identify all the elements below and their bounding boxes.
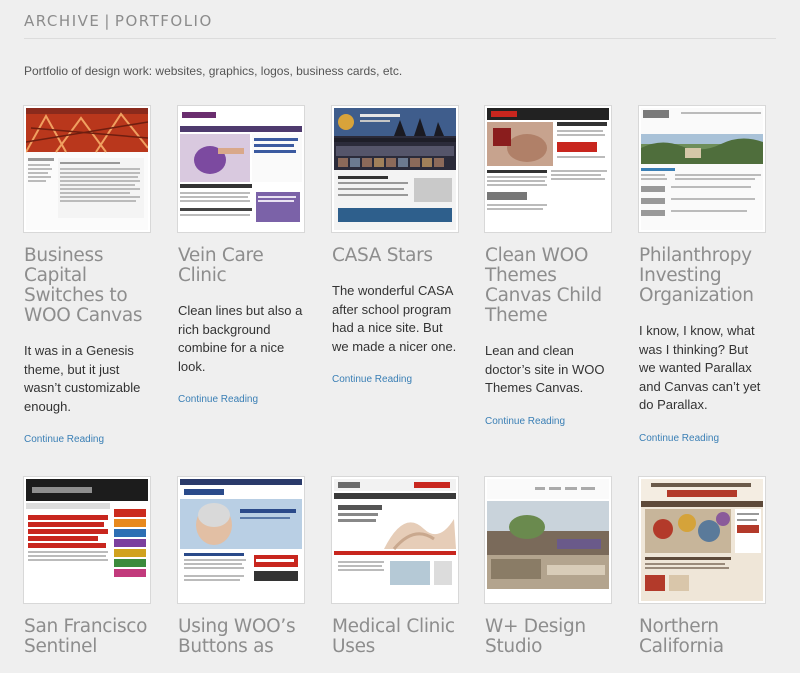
archive-label: ARCHIVE xyxy=(24,12,101,30)
portfolio-item-title[interactable]: Business Capital Switches to WOO Canvas xyxy=(24,246,152,326)
portfolio-card: W+ Design Studio xyxy=(485,477,613,673)
portfolio-thumbnail[interactable] xyxy=(178,106,304,232)
portfolio-item-title[interactable]: Using WOO’s Buttons as xyxy=(178,617,306,657)
portfolio-item-title[interactable]: San Francisco Sentinel xyxy=(24,617,152,657)
portfolio-thumbnail[interactable] xyxy=(332,106,458,232)
continue-reading-link[interactable]: Continue Reading xyxy=(24,434,152,445)
portfolio-card: San Francisco Sentinel xyxy=(24,477,152,673)
portfolio-item-title[interactable]: Philanthropy Investing Organization xyxy=(639,246,767,306)
title-separator: | xyxy=(104,12,111,30)
portfolio-item-excerpt: I know, I know, what was I thinking? But… xyxy=(639,323,761,413)
portfolio-card: Northern California xyxy=(639,477,767,673)
portfolio-thumbnail[interactable] xyxy=(24,106,150,232)
portfolio-thumbnail[interactable] xyxy=(332,477,458,603)
continue-reading-link[interactable]: Continue Reading xyxy=(178,394,306,405)
portfolio-card: Using WOO’s Buttons as xyxy=(178,477,306,673)
portfolio-item-excerpt: The wonderful CASA after school program … xyxy=(332,283,457,354)
portfolio-thumbnail[interactable] xyxy=(485,106,611,232)
archive-description: Portfolio of design work: websites, grap… xyxy=(24,64,403,78)
portfolio-thumbnail[interactable] xyxy=(639,477,765,603)
portfolio-card: Philanthropy Investing Organization I kn… xyxy=(639,106,767,444)
portfolio-card: Vein Care Clinic Clean lines but also a … xyxy=(178,106,306,405)
continue-reading-link[interactable]: Continue Reading xyxy=(332,374,460,385)
portfolio-card: Clean WOO Themes Canvas Child Theme Lean… xyxy=(485,106,613,427)
portfolio-item-excerpt: It was in a Genesis theme, but it just w… xyxy=(24,343,141,414)
continue-reading-link[interactable]: Continue Reading xyxy=(485,416,613,427)
portfolio-item-excerpt: Lean and clean doctor’s site in WOO Them… xyxy=(485,343,605,396)
portfolio-item-title[interactable]: CASA Stars xyxy=(332,246,460,266)
portfolio-item-title[interactable]: Northern California xyxy=(639,617,767,657)
continue-reading-link[interactable]: Continue Reading xyxy=(639,433,767,444)
archive-title: ARCHIVE | PORTFOLIO xyxy=(24,12,213,30)
portfolio-card: Business Capital Switches to WOO Canvas … xyxy=(24,106,152,445)
portfolio-card: Medical Clinic Uses xyxy=(332,477,460,673)
portfolio-thumbnail[interactable] xyxy=(639,106,765,232)
category-name: PORTFOLIO xyxy=(114,12,213,30)
portfolio-item-title[interactable]: Clean WOO Themes Canvas Child Theme xyxy=(485,246,613,326)
portfolio-thumbnail[interactable] xyxy=(178,477,304,603)
portfolio-item-title[interactable]: Medical Clinic Uses xyxy=(332,617,460,657)
portfolio-thumbnail[interactable] xyxy=(24,477,150,603)
portfolio-item-title[interactable]: W+ Design Studio xyxy=(485,617,613,657)
portfolio-item-excerpt: Clean lines but also a rich background c… xyxy=(178,303,303,374)
portfolio-item-title[interactable]: Vein Care Clinic xyxy=(178,246,306,286)
portfolio-card: CASA Stars The wonderful CASA after scho… xyxy=(332,106,460,385)
title-divider xyxy=(24,38,776,39)
portfolio-thumbnail[interactable] xyxy=(485,477,611,603)
